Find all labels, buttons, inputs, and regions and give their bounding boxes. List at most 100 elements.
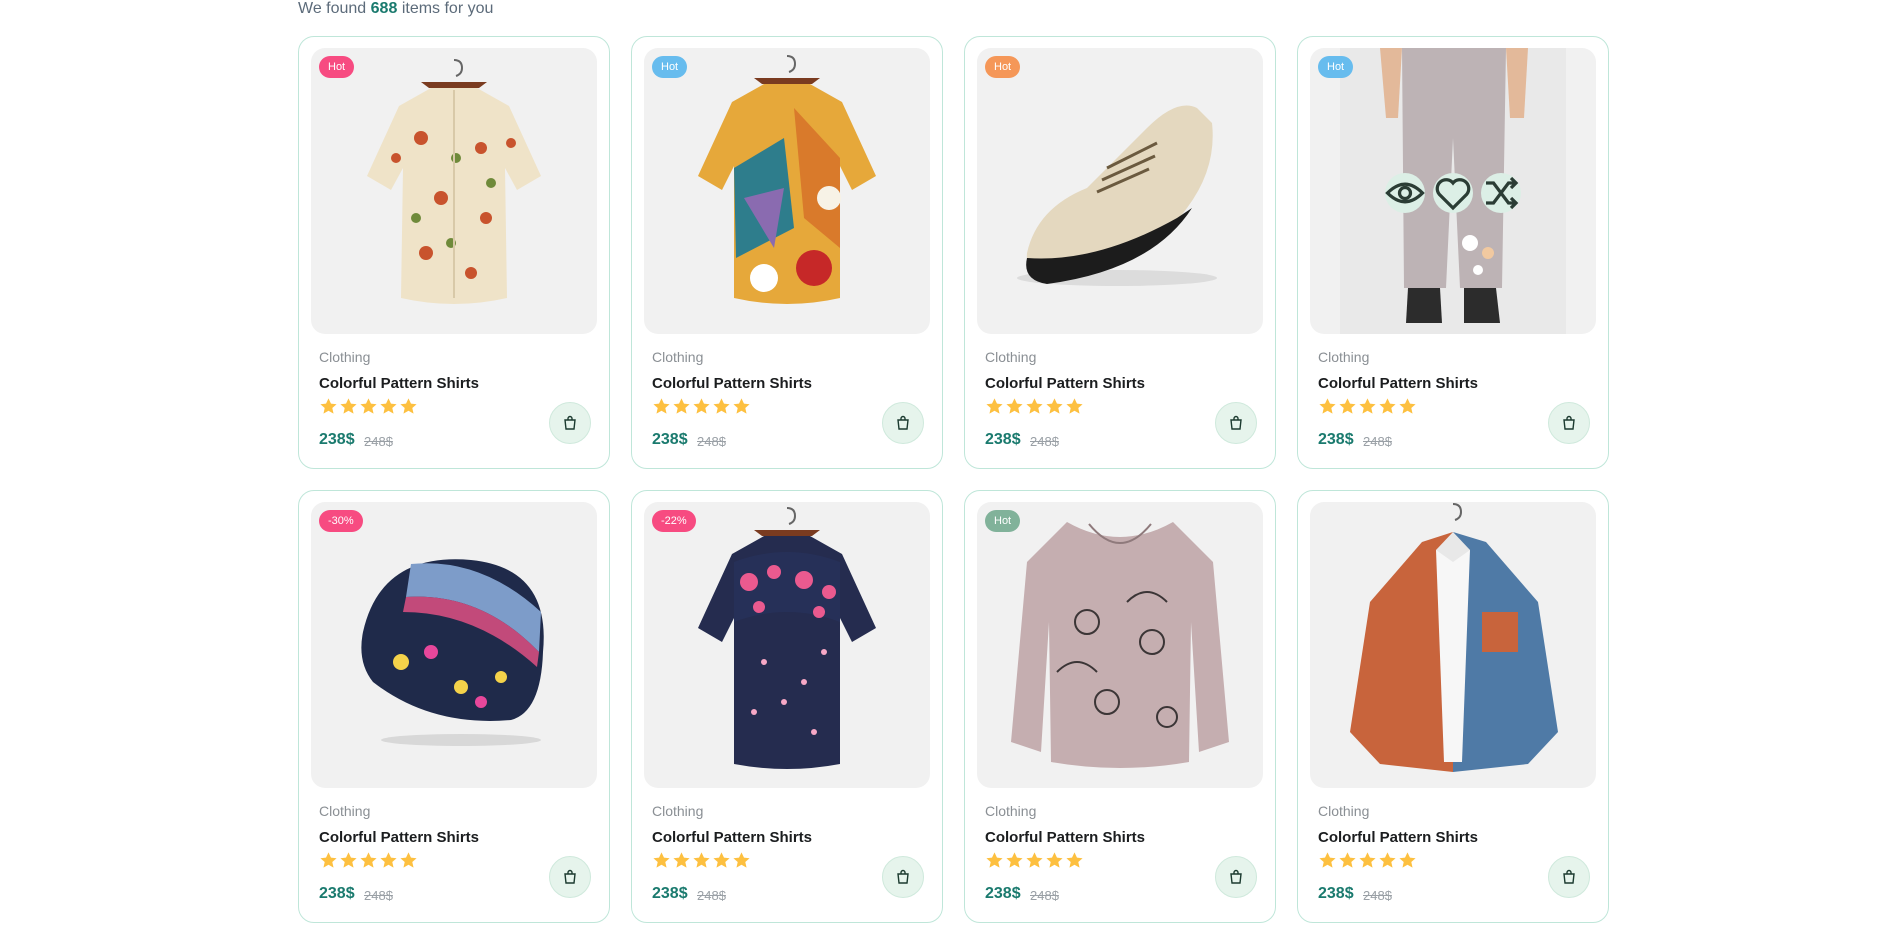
product-card[interactable]: Hot Clothing Colorful Pattern Shirts 238…	[964, 36, 1276, 469]
eye-icon	[1385, 182, 1425, 204]
star-icon	[1339, 398, 1356, 414]
shopping-bag-icon	[1230, 869, 1242, 884]
product-image[interactable]: Hot	[644, 48, 930, 334]
add-to-cart-button[interactable]	[882, 402, 924, 444]
star-icon	[733, 398, 750, 414]
product-card[interactable]: Hot Clothing Colorful Pattern Shirts 238…	[298, 36, 610, 469]
star-icon	[1026, 852, 1043, 868]
product-image[interactable]: Hot	[977, 48, 1263, 334]
product-title[interactable]: Colorful Pattern Shirts	[652, 375, 812, 392]
product-badge: Hot	[319, 56, 355, 78]
shopping-bag-icon	[897, 415, 909, 430]
product-badge: Hot	[1318, 56, 1354, 78]
star-icon	[713, 398, 730, 414]
results-count: 688	[370, 0, 398, 17]
product-title[interactable]: Colorful Pattern Shirts	[1318, 829, 1478, 846]
quick-view-button[interactable]	[1385, 173, 1425, 213]
star-icon	[713, 852, 730, 868]
product-title[interactable]: Colorful Pattern Shirts	[652, 829, 812, 846]
star-icon	[1379, 852, 1396, 868]
star-icon	[360, 398, 377, 414]
product-title[interactable]: Colorful Pattern Shirts	[985, 375, 1145, 392]
product-title[interactable]: Colorful Pattern Shirts	[985, 829, 1145, 846]
star-icon	[1026, 398, 1043, 414]
shopping-bag-icon	[897, 869, 909, 884]
product-rating	[985, 851, 1084, 870]
add-to-cart-button[interactable]	[549, 856, 591, 898]
star-icon	[1006, 852, 1023, 868]
product-rating	[652, 851, 751, 870]
star-icon	[1359, 852, 1376, 868]
abstract-print-shirt-illustration	[698, 55, 876, 304]
product-price: 238$	[985, 885, 1021, 902]
product-price: 238$	[985, 431, 1021, 448]
results-summary: We found 688 items for you	[298, 0, 493, 18]
star-icon	[320, 852, 337, 868]
add-to-cart-button[interactable]	[1548, 856, 1590, 898]
product-old-price: 248$	[364, 888, 393, 903]
add-to-cart-button[interactable]	[1215, 402, 1257, 444]
navy-floral-shirt-illustration	[698, 507, 876, 769]
product-image[interactable]: Hot	[977, 502, 1263, 788]
product-card[interactable]: Hot Clothing Colorful Pattern Shirts 238…	[1297, 36, 1609, 469]
product-rating	[1318, 851, 1417, 870]
colorblock-shirt-illustration	[1350, 503, 1558, 772]
product-title[interactable]: Colorful Pattern Shirts	[1318, 375, 1478, 392]
product-image[interactable]: -30%	[311, 502, 597, 788]
shopping-bag-icon	[564, 415, 576, 430]
results-prefix: We found	[298, 0, 367, 17]
star-icon	[1046, 852, 1063, 868]
product-price: 238$	[1318, 431, 1354, 448]
star-icon	[1066, 852, 1083, 868]
product-title[interactable]: Colorful Pattern Shirts	[319, 829, 479, 846]
add-to-cart-button[interactable]	[549, 402, 591, 444]
star-icon	[1339, 852, 1356, 868]
shopping-bag-icon	[564, 869, 576, 884]
product-old-price: 248$	[364, 434, 393, 449]
star-icon	[1319, 852, 1336, 868]
product-rating	[319, 851, 418, 870]
product-badge: Hot	[985, 510, 1021, 532]
product-image[interactable]: Hot	[311, 48, 597, 334]
star-icon	[1399, 852, 1416, 868]
product-card[interactable]: Clothing Colorful Pattern Shirts 238$ 24…	[1297, 490, 1609, 923]
product-old-price: 248$	[1363, 434, 1392, 449]
star-icon	[673, 852, 690, 868]
product-category: Clothing	[319, 349, 371, 365]
product-price: 238$	[319, 431, 355, 448]
star-icon	[340, 852, 357, 868]
add-to-cart-button[interactable]	[882, 856, 924, 898]
star-icon	[673, 398, 690, 414]
star-icon	[1379, 398, 1396, 414]
star-icon	[1046, 398, 1063, 414]
star-icon	[653, 398, 670, 414]
shopping-bag-icon	[1563, 869, 1575, 884]
floral-beanie-illustration	[361, 559, 544, 746]
product-badge: -30%	[319, 510, 363, 532]
add-to-cart-button[interactable]	[1215, 856, 1257, 898]
compare-button[interactable]	[1481, 173, 1521, 213]
quick-actions	[1310, 173, 1596, 213]
add-to-cart-button[interactable]	[1548, 402, 1590, 444]
wishlist-button[interactable]	[1433, 173, 1473, 213]
shopping-bag-icon	[1563, 415, 1575, 430]
beige-sneaker-illustration	[1017, 105, 1217, 286]
product-card[interactable]: -30% Clothing Colorful Pattern Shirts 23…	[298, 490, 610, 923]
product-image[interactable]: Hot	[1310, 48, 1596, 334]
shuffle-icon	[1486, 176, 1519, 210]
star-icon	[1006, 398, 1023, 414]
star-icon	[320, 398, 337, 414]
product-card[interactable]: -22% Clothing Colorful Pattern Shirts 23…	[631, 490, 943, 923]
product-title[interactable]: Colorful Pattern Shirts	[319, 375, 479, 392]
product-price: 238$	[319, 885, 355, 902]
heart-icon	[1435, 178, 1471, 211]
results-suffix: items for you	[401, 0, 494, 17]
product-card[interactable]: Hot Clothing Colorful Pattern Shirts 238…	[964, 490, 1276, 923]
product-image[interactable]: -22%	[644, 502, 930, 788]
product-badge: -22%	[652, 510, 696, 532]
star-icon	[400, 852, 417, 868]
product-card[interactable]: Hot Clothing Colorful Pattern Shirts 238…	[631, 36, 943, 469]
product-category: Clothing	[652, 803, 704, 819]
product-image[interactable]	[1310, 502, 1596, 788]
star-icon	[360, 852, 377, 868]
